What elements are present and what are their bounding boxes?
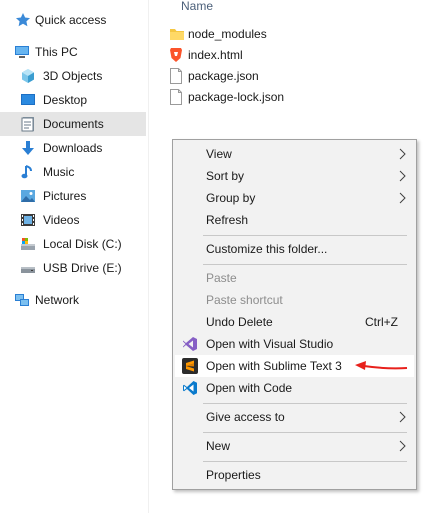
nav-label: Pictures	[43, 189, 87, 203]
nav-item-videos[interactable]: Videos	[0, 208, 146, 232]
menu-item-label: Properties	[206, 468, 261, 482]
nav-label: Documents	[43, 117, 104, 131]
nav-label: Network	[35, 293, 80, 307]
nav-item-documents[interactable]: Documents	[0, 112, 146, 136]
menu-separator	[203, 235, 407, 236]
3d-objects-icon	[22, 69, 34, 83]
menu-item-label: Paste shortcut	[206, 293, 283, 307]
menu-item-paste-shortcut[interactable]: Paste shortcut	[175, 289, 414, 311]
folder-icon	[170, 29, 184, 40]
menu-item-view[interactable]: View	[175, 143, 414, 165]
menu-item-group-by[interactable]: Group by	[175, 187, 414, 209]
nav-label: Videos	[43, 213, 80, 227]
menu-item-label: Sort by	[206, 169, 245, 183]
menu-item-label: Refresh	[206, 213, 249, 227]
chevron-right-icon	[399, 411, 406, 423]
nav-label: This PC	[35, 45, 78, 59]
menu-item-shortcut: Ctrl+Z	[365, 315, 398, 329]
chevron-right-icon	[399, 440, 406, 452]
star-icon	[16, 13, 30, 27]
chevron-right-icon	[399, 192, 406, 204]
menu-item-give-access[interactable]: Give access to	[175, 406, 414, 428]
nav-label: USB Drive (E:)	[43, 261, 122, 275]
menu-separator	[203, 461, 407, 462]
menu-item-label: Group by	[206, 191, 256, 205]
menu-item-refresh[interactable]: Refresh	[175, 209, 414, 231]
nav-label: Quick access	[35, 13, 107, 27]
menu-item-label: Customize this folder...	[206, 242, 328, 256]
nav-item-this-pc[interactable]: This PC	[0, 40, 146, 64]
pictures-icon	[21, 190, 35, 202]
computer-icon	[15, 46, 29, 58]
chevron-right-icon	[399, 170, 406, 182]
menu-item-label: Open with Sublime Text 3	[206, 359, 342, 373]
menu-item-undo-delete[interactable]: Undo Delete Ctrl+Z	[175, 311, 414, 333]
file-item-package-json[interactable]: package.json	[169, 66, 329, 86]
file-item-index-html[interactable]: index.html	[169, 45, 329, 65]
menu-item-customize-folder[interactable]: Customize this folder...	[175, 238, 414, 260]
sublime-text-icon	[182, 358, 198, 374]
nav-label: Music	[43, 165, 75, 179]
file-item-node-modules[interactable]: node_modules	[169, 24, 329, 44]
documents-icon	[21, 117, 34, 132]
context-menu: View Sort by Group by Refresh Customize …	[172, 139, 417, 490]
nav-label: Downloads	[43, 141, 103, 155]
menu-item-label: Paste	[206, 271, 237, 285]
menu-item-open-with-code[interactable]: Open with Code	[175, 377, 414, 399]
nav-item-desktop[interactable]: Desktop	[0, 88, 146, 112]
menu-item-label: Open with Code	[206, 381, 293, 395]
nav-item-downloads[interactable]: Downloads	[0, 136, 146, 160]
nav-label: 3D Objects	[43, 69, 103, 83]
local-disk-icon	[21, 238, 35, 250]
file-name: package.json	[188, 69, 259, 83]
music-icon	[21, 165, 32, 179]
menu-item-label: Open with Visual Studio	[206, 337, 334, 351]
menu-item-label: New	[206, 439, 231, 453]
menu-item-paste[interactable]: Paste	[175, 267, 414, 289]
file-name: index.html	[188, 48, 243, 62]
file-name: package-lock.json	[188, 90, 285, 104]
nav-item-pictures[interactable]: Pictures	[0, 184, 146, 208]
nav-item-local-disk[interactable]: Local Disk (C:)	[0, 232, 146, 256]
usb-drive-icon	[21, 267, 35, 273]
column-header-name[interactable]: Name	[181, 0, 213, 13]
brave-html-icon	[170, 48, 182, 62]
menu-separator	[203, 403, 407, 404]
nav-item-usb-drive[interactable]: USB Drive (E:)	[0, 256, 146, 280]
menu-separator	[203, 432, 407, 433]
menu-item-new[interactable]: New	[175, 435, 414, 457]
menu-item-label: Give access to	[206, 410, 285, 424]
nav-label: Local Disk (C:)	[43, 237, 122, 251]
network-icon	[15, 294, 29, 306]
menu-item-sort-by[interactable]: Sort by	[175, 165, 414, 187]
chevron-right-icon	[399, 148, 406, 160]
json-file-icon	[170, 68, 182, 84]
desktop-icon	[21, 94, 35, 105]
nav-item-network[interactable]: Network	[0, 288, 146, 312]
nav-item-quick-access[interactable]: Quick access	[0, 8, 146, 32]
menu-item-properties[interactable]: Properties	[175, 464, 414, 486]
menu-separator	[203, 264, 407, 265]
vscode-icon	[183, 381, 197, 395]
menu-item-label: Undo Delete	[206, 315, 273, 329]
file-item-package-lock-json[interactable]: package-lock.json	[169, 87, 329, 107]
downloads-icon	[22, 141, 34, 155]
json-file-icon	[170, 89, 182, 105]
navigation-pane: Quick access This PC 3D Objects Desktop …	[0, 0, 148, 513]
menu-item-open-sublime-text[interactable]: Open with Sublime Text 3	[175, 355, 414, 377]
menu-item-open-visual-studio[interactable]: Open with Visual Studio	[175, 333, 414, 355]
nav-item-music[interactable]: Music	[0, 160, 146, 184]
nav-label: Desktop	[43, 93, 88, 107]
nav-item-3d-objects[interactable]: 3D Objects	[0, 64, 146, 88]
videos-icon	[21, 214, 35, 226]
file-name: node_modules	[188, 27, 267, 41]
menu-item-label: View	[206, 147, 232, 161]
visual-studio-icon	[183, 337, 197, 351]
